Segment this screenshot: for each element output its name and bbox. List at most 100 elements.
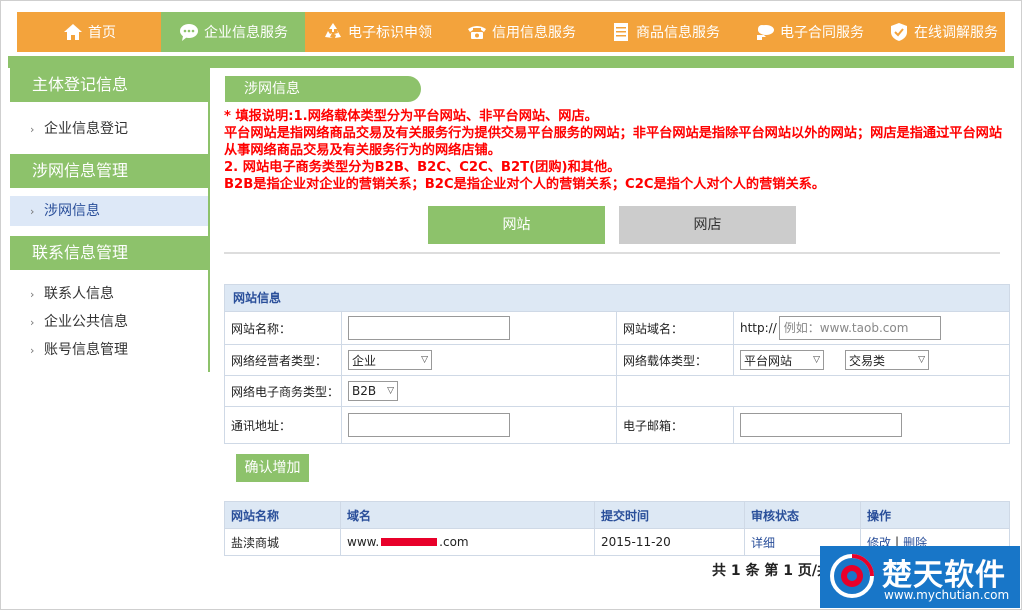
nav-item-label: 信用信息服务 (492, 25, 576, 41)
carrier-subtype-select[interactable]: 交易类 ▽ (845, 350, 929, 370)
operator-type-cell: 企业 ▽ (342, 345, 617, 375)
carrier-type-cell: 平台网站 ▽ 交易类 ▽ (734, 345, 1009, 375)
column-header: 域名 (341, 502, 595, 528)
operator-type-select[interactable]: 企业 ▽ (348, 350, 432, 370)
notice-line: 2. 网站电子商务类型分为B2B、B2C、C2C、B2T(团购)和其他。 (224, 160, 621, 175)
nav-item-e-contract[interactable]: 电子合同服务 (737, 12, 881, 52)
ecommerce-type-label: 网络电子商务类型： (225, 376, 342, 406)
carrier-type-label: 网络载体类型： (617, 345, 734, 375)
nav-item-e-identity[interactable]: 电子标识申领 (305, 12, 449, 52)
empty-cell (617, 376, 1009, 406)
nav-item-online-mediation[interactable]: 在线调解服务 (881, 12, 1005, 52)
sidebar-item-enterprise-registration[interactable]: › 企业信息登记 (10, 114, 210, 144)
redaction-mark (381, 538, 438, 546)
chevron-down-icon: ▽ (813, 355, 820, 365)
cell-domain: www. .com (341, 529, 595, 555)
operator-type-label: 网络经营者类型： (225, 345, 342, 375)
select-value: 交易类 (849, 353, 886, 368)
shield-check-icon (888, 21, 910, 43)
sidebar: 主体登记信息 › 企业信息登记 涉网信息管理 › 涉网信息 联系信息管理 › 联系人信… (10, 68, 210, 368)
ecommerce-type-cell: B2B ▽ (342, 376, 617, 406)
header-divider-bar (8, 56, 1014, 68)
chat-bubble-icon (178, 21, 200, 43)
sidebar-item-label: 联系人信息 (44, 286, 114, 302)
nav-item-label: 企业信息服务 (204, 25, 288, 41)
watermark-logo-icon (828, 552, 876, 600)
watermark: 楚天软件 www.mychutian.com (820, 546, 1020, 608)
domain-cell: http:// 例如：www.taob.com (734, 312, 1009, 344)
select-value: B2B (352, 384, 377, 398)
email-label: 电子邮箱： (617, 407, 734, 443)
carrier-type-select[interactable]: 平台网站 ▽ (740, 350, 824, 370)
table-header-row: 网站名称 域名 提交时间 审核状态 操作 (225, 502, 1009, 528)
chevron-down-icon: ▽ (918, 355, 925, 365)
form-title: 网站信息 (225, 285, 1009, 311)
tab-online-shop[interactable]: 网店 (619, 206, 796, 244)
address-input[interactable] (348, 413, 510, 437)
chevron-down-icon: ▽ (421, 355, 428, 365)
sidebar-item-label: 企业信息登记 (44, 121, 128, 137)
notice-text: * 填报说明:1.网络载体类型分为平台网站、非平台网站、网店。 平台网站是指网络… (224, 108, 1014, 193)
confirm-add-button[interactable]: 确认增加 (236, 454, 309, 482)
divider (224, 252, 1000, 254)
ecommerce-type-select[interactable]: B2B ▽ (348, 381, 398, 401)
document-list-icon (610, 21, 632, 43)
website-info-form: 网站信息 网站名称： 网站域名： http:// 例如：www.taob.com… (224, 284, 1010, 444)
address-label: 通讯地址： (225, 407, 342, 443)
nav-item-home[interactable]: 首页 (17, 12, 161, 52)
nav-item-enterprise-info[interactable]: 企业信息服务 (161, 12, 305, 52)
sidebar-item-label: 涉网信息 (44, 203, 100, 219)
home-icon (62, 21, 84, 43)
page-title: 涉网信息 (225, 76, 421, 102)
chevron-right-icon: › (30, 288, 35, 301)
nav-item-label: 电子标识申领 (348, 25, 432, 41)
chevron-right-icon: › (30, 316, 35, 329)
recycle-icon (322, 21, 344, 43)
nav-item-label: 电子合同服务 (780, 25, 864, 41)
nav-item-label: 商品信息服务 (636, 25, 720, 41)
domain-suffix: .com (439, 535, 469, 549)
address-cell (342, 407, 617, 443)
site-name-cell (342, 312, 617, 344)
chevron-right-icon: › (30, 344, 35, 357)
site-name-label: 网站名称： (225, 312, 342, 344)
notice-line: 平台网站是指网络商品交易及有关服务行为提供交易平台服务的网站；非平台网站是指除平… (224, 126, 1003, 158)
email-input[interactable] (740, 413, 902, 437)
nav-item-label: 首页 (88, 25, 116, 41)
site-name-input[interactable] (348, 316, 510, 340)
cell-submitted: 2015-11-20 (595, 529, 745, 555)
sidebar-item-label: 账号信息管理 (44, 342, 128, 358)
chevron-down-icon: ▽ (387, 386, 394, 396)
column-header: 提交时间 (595, 502, 745, 528)
domain-prefix: http:// (740, 321, 777, 335)
sidebar-item-contact-person[interactable]: › 联系人信息 (10, 280, 210, 308)
top-nav: 首页 企业信息服务 电子标识申领 信用信息服务 商品信息服务 电子合同服务 在线… (17, 12, 1005, 52)
sidebar-item-label: 企业公共信息 (44, 314, 128, 330)
cloud-hand-icon (754, 21, 776, 43)
column-header: 网站名称 (225, 502, 341, 528)
sidebar-section-title: 联系信息管理 (10, 236, 210, 270)
chevron-right-icon: › (30, 205, 35, 218)
watermark-url: www.mychutian.com (884, 588, 1010, 602)
detail-link[interactable]: 详细 (751, 534, 775, 551)
nav-item-product-info[interactable]: 商品信息服务 (593, 12, 737, 52)
sidebar-item-public-info[interactable]: › 企业公共信息 (10, 308, 210, 336)
sidebar-section-title: 主体登记信息 (10, 68, 210, 102)
notice-line: B2B是指企业对企业的营销关系；B2C是指企业对个人的营销关系；C2C是指个人对… (224, 177, 826, 192)
sidebar-section-title: 涉网信息管理 (10, 154, 210, 188)
cell-site-name: 盐渎商城 (225, 529, 341, 555)
nav-item-credit-info[interactable]: 信用信息服务 (449, 12, 593, 52)
domain-input[interactable]: 例如：www.taob.com (778, 316, 941, 340)
pagination-info: 共 1 条 第 1 页/共 (712, 563, 831, 579)
telephone-icon (466, 21, 488, 43)
domain-label: 网站域名： (617, 312, 734, 344)
nav-item-label: 在线调解服务 (914, 25, 998, 41)
sidebar-divider (208, 68, 210, 372)
sidebar-item-network-info[interactable]: › 涉网信息 (10, 196, 210, 226)
sidebar-item-account-management[interactable]: › 账号信息管理 (10, 336, 210, 364)
domain-prefix: www. (347, 535, 380, 549)
column-header: 操作 (867, 508, 892, 523)
email-cell (734, 407, 1009, 443)
select-value: 企业 (352, 353, 377, 368)
tab-website[interactable]: 网站 (428, 206, 605, 244)
